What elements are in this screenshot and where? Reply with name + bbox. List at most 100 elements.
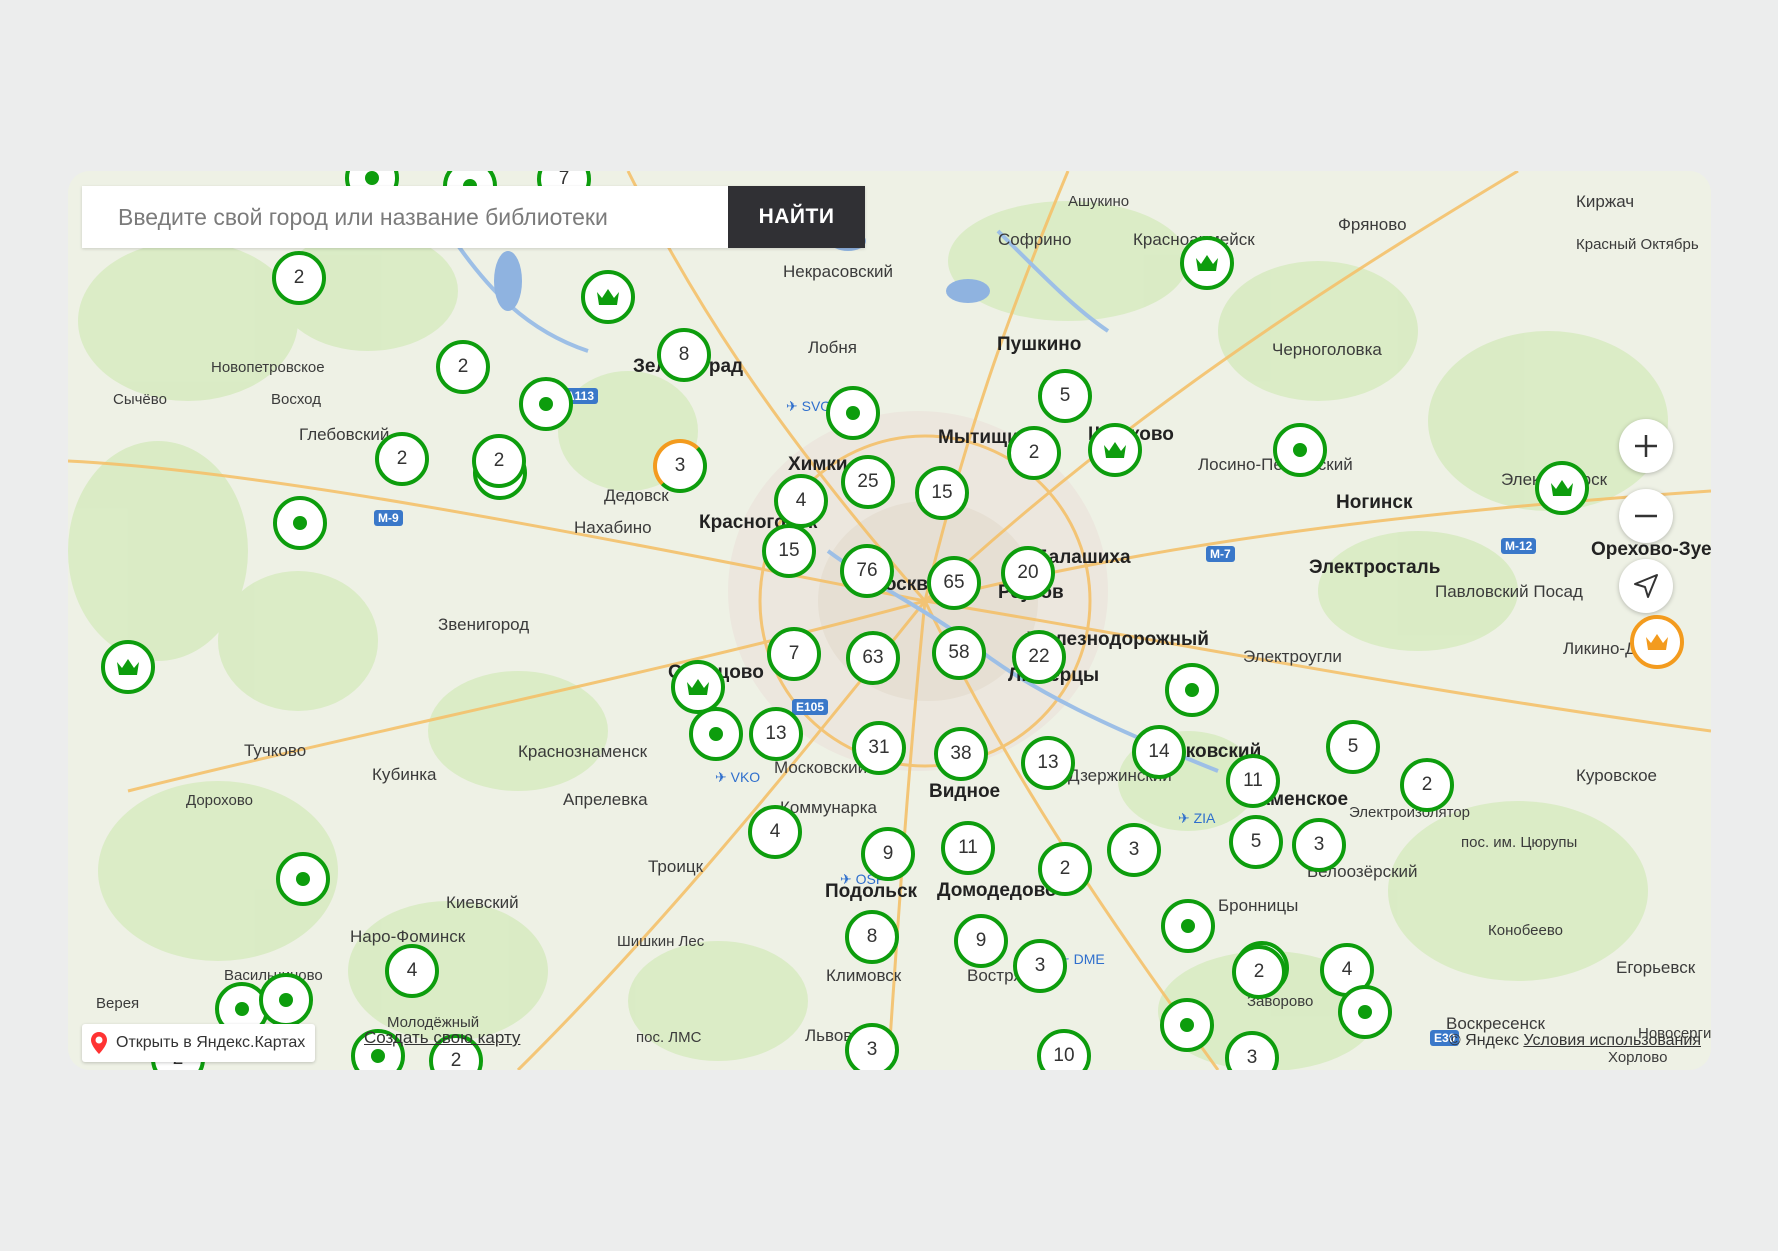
library-marker[interactable] (259, 973, 313, 1027)
cluster-marker[interactable]: 9 (861, 827, 915, 881)
cluster-marker[interactable]: 2 (1038, 842, 1092, 896)
cluster-marker[interactable]: 2 (272, 251, 326, 305)
library-marker[interactable] (1160, 998, 1214, 1052)
dot-icon (1181, 919, 1195, 933)
cluster-marker[interactable]: 15 (762, 524, 816, 578)
library-marker[interactable] (689, 707, 743, 761)
cluster-marker[interactable]: 4 (748, 805, 802, 859)
cluster-marker[interactable]: 14 (1132, 725, 1186, 779)
place-label: Павловский Посад (1435, 582, 1583, 601)
place-label: Электроизолятор (1349, 804, 1471, 821)
place-label: Электросталь (1309, 557, 1441, 578)
cluster-marker[interactable]: 20 (1001, 546, 1055, 600)
place-label: Киржач (1576, 192, 1635, 211)
cluster-marker[interactable]: 2 (375, 432, 429, 486)
cluster-marker[interactable]: 15 (915, 466, 969, 520)
place-label: Красный Октябрь (1576, 236, 1699, 253)
cluster-marker[interactable]: 2 (436, 340, 490, 394)
place-label: Ногинск (1336, 492, 1413, 513)
cluster-marker[interactable]: 8 (845, 910, 899, 964)
cluster-marker[interactable]: 8 (657, 328, 711, 382)
cluster-marker[interactable]: 5 (1326, 720, 1380, 774)
map-card[interactable]: АшукиноСофриноКрасноармейскФряновоКиржач… (68, 171, 1711, 1070)
cluster-marker[interactable]: 2 (1400, 758, 1454, 812)
cluster-marker[interactable]: 3 (1013, 939, 1067, 993)
search-button[interactable]: НАЙТИ (728, 186, 865, 248)
cluster-marker[interactable]: 13 (749, 707, 803, 761)
zoom-out-button[interactable] (1619, 489, 1673, 543)
place-label: Орехово-Зуево (1591, 539, 1711, 560)
cluster-marker[interactable]: 2 (1232, 945, 1286, 999)
central-library-marker[interactable] (1630, 615, 1684, 669)
place-label: Московский (774, 758, 868, 777)
cluster-marker[interactable]: 11 (1226, 754, 1280, 808)
place-label: Сычёво (113, 391, 167, 408)
library-marker[interactable] (519, 377, 573, 431)
cluster-marker[interactable]: 2 (472, 434, 526, 488)
cluster-marker[interactable]: 3 (1107, 823, 1161, 877)
central-library-marker[interactable] (1088, 423, 1142, 477)
dot-icon (371, 1049, 385, 1063)
terms-link[interactable]: Условия использования (1523, 1032, 1701, 1049)
locate-button[interactable] (1619, 559, 1673, 613)
place-label: Лобня (808, 338, 857, 357)
library-marker[interactable] (1161, 899, 1215, 953)
central-library-marker[interactable] (581, 270, 635, 324)
place-label: Бронницы (1218, 896, 1299, 915)
place-label: Тучково (244, 741, 307, 760)
cluster-marker[interactable]: 13 (1021, 736, 1075, 790)
cluster-marker[interactable]: 5 (1229, 815, 1283, 869)
central-library-marker[interactable] (1535, 461, 1589, 515)
cluster-marker[interactable]: 7 (767, 627, 821, 681)
dot-icon (539, 397, 553, 411)
place-label: пос. ЛМС (636, 1029, 702, 1046)
library-marker[interactable] (1338, 985, 1392, 1039)
place-label: Ашукино (1068, 193, 1130, 210)
place-label: Некрасовский (783, 262, 893, 281)
cluster-marker[interactable]: 22 (1012, 630, 1066, 684)
place-label: Дорохово (186, 792, 254, 809)
library-marker[interactable] (1165, 663, 1219, 717)
cluster-marker[interactable]: 76 (840, 544, 894, 598)
cluster-marker[interactable]: 58 (932, 626, 986, 680)
place-label: Глебовский (299, 425, 390, 444)
place-label: Верея (96, 995, 140, 1012)
library-marker[interactable] (273, 496, 327, 550)
central-library-marker[interactable] (671, 660, 725, 714)
cluster-marker[interactable]: 4 (385, 944, 439, 998)
zoom-in-button[interactable] (1619, 419, 1673, 473)
open-in-yandex-maps-label: Открыть в Яндекс.Картах (116, 1034, 306, 1051)
cluster-marker[interactable]: 2 (1007, 426, 1061, 480)
place-label: Апрелевка (563, 790, 648, 809)
library-marker[interactable] (276, 852, 330, 906)
library-marker[interactable] (826, 386, 880, 440)
place-label: Мытищи (938, 427, 1019, 448)
cluster-marker[interactable]: 65 (927, 556, 981, 610)
cluster-marker[interactable]: 4 (774, 474, 828, 528)
cluster-marker[interactable]: 5 (1038, 369, 1092, 423)
cluster-marker[interactable]: 38 (934, 727, 988, 781)
place-label: Куровское (1576, 766, 1657, 785)
place-label: Химки (788, 454, 848, 475)
cluster-marker[interactable]: 11 (941, 821, 995, 875)
airport-label: ✈ ZIA (1178, 810, 1216, 826)
cluster-marker[interactable]: 31 (852, 721, 906, 775)
open-in-yandex-maps-link[interactable]: Открыть в Яндекс.Картах (82, 1024, 316, 1062)
cluster-marker[interactable]: 3 (1292, 818, 1346, 872)
cluster-marker[interactable]: 25 (841, 455, 895, 509)
dot-icon (846, 406, 860, 420)
central-library-marker[interactable] (1180, 236, 1234, 290)
cluster-marker[interactable]: 9 (954, 914, 1008, 968)
crown-icon (1646, 634, 1668, 650)
central-library-marker[interactable] (101, 640, 155, 694)
crown-icon (117, 659, 139, 675)
dot-icon (709, 727, 723, 741)
place-label: Конобеево (1488, 922, 1563, 939)
cluster-marker[interactable]: 63 (846, 631, 900, 685)
cluster-marker[interactable]: 3 (845, 1023, 899, 1070)
library-marker[interactable] (1273, 423, 1327, 477)
search-input[interactable] (82, 186, 728, 248)
create-map-link[interactable]: Создать свою карту (364, 1028, 520, 1048)
place-label: Троицк (648, 857, 704, 876)
cluster-marker[interactable]: 3 (653, 439, 707, 493)
